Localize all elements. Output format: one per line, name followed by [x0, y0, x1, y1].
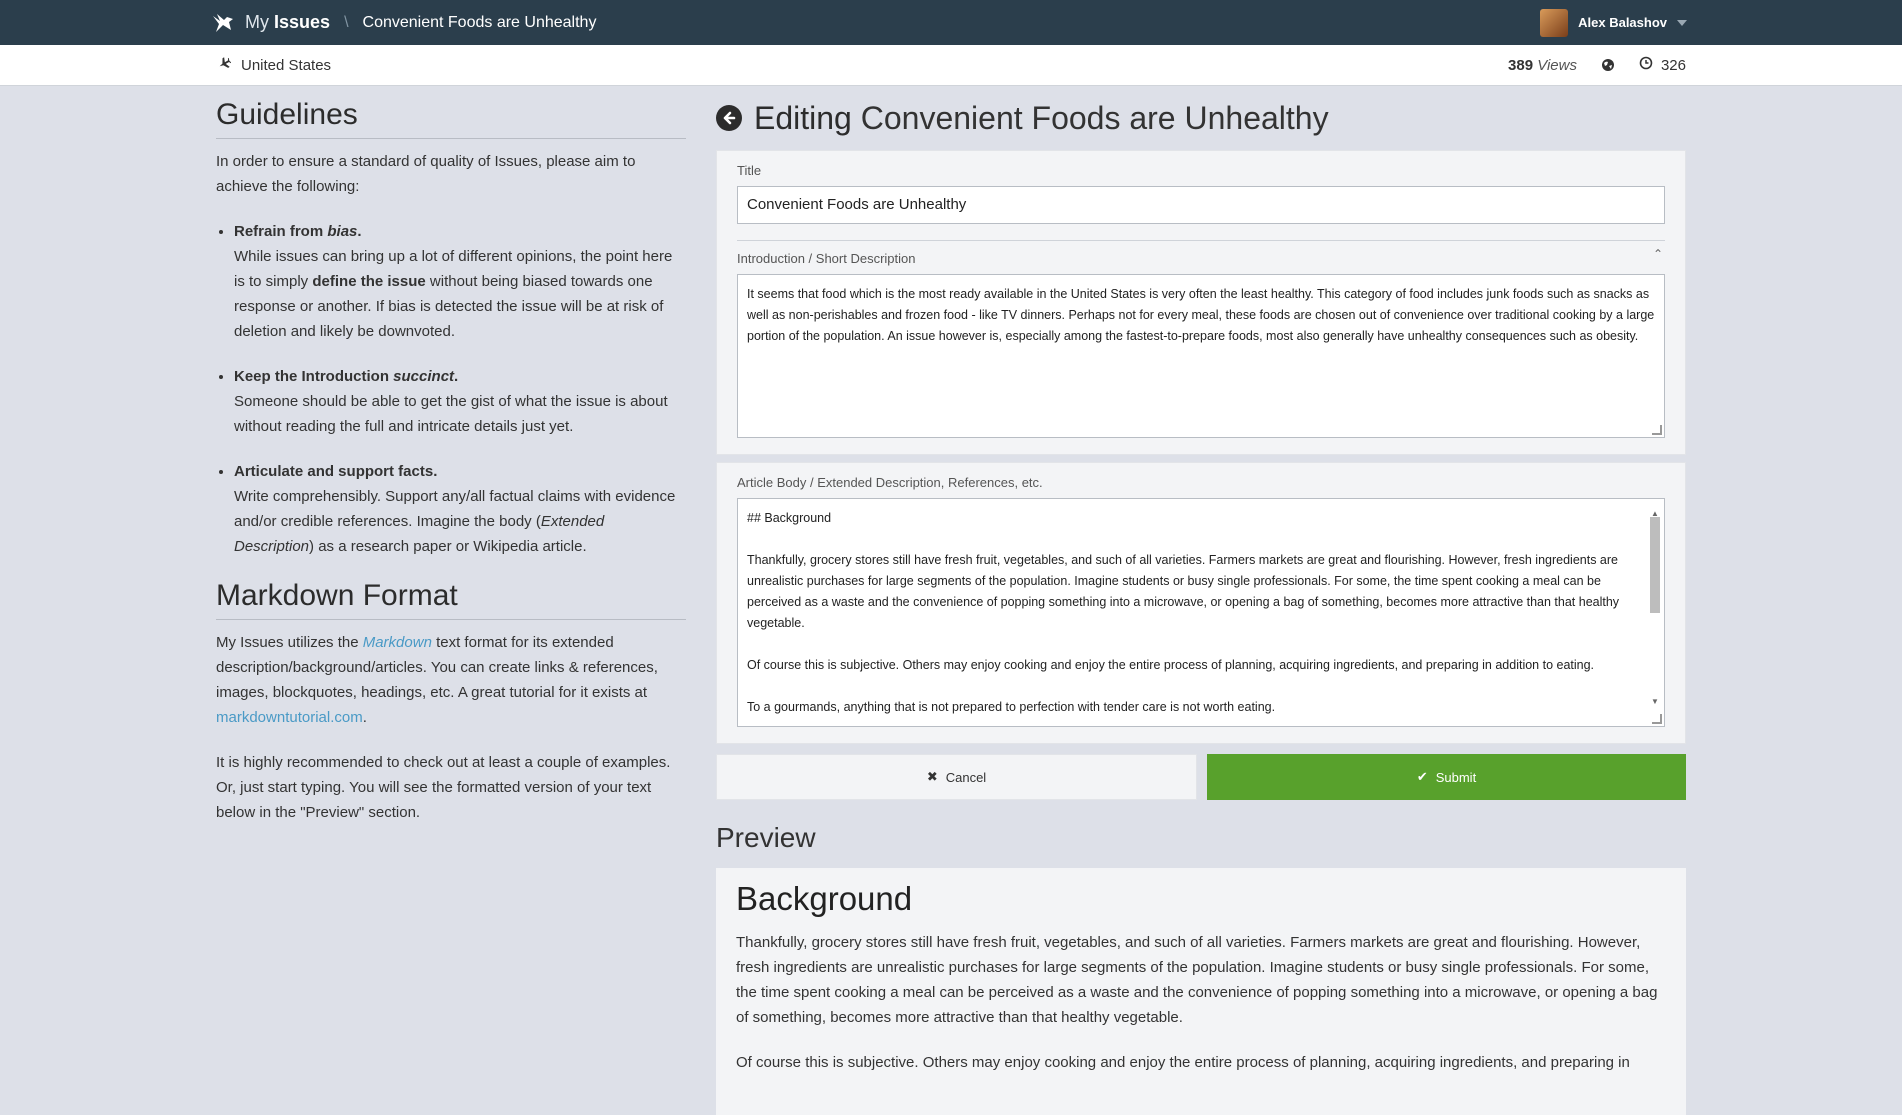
- resize-handle[interactable]: [1652, 425, 1662, 435]
- location-label[interactable]: United States: [241, 57, 331, 74]
- intro-label: Introduction / Short Description: [737, 251, 916, 266]
- markdown-intro: My Issues utilizes the Markdown text for…: [216, 634, 658, 726]
- score: 326: [1639, 56, 1686, 74]
- user-name[interactable]: Alex Balashov: [1578, 15, 1667, 30]
- check-icon: ✔: [1416, 769, 1428, 784]
- body-line: To a gourmands, anything that is not pre…: [747, 700, 1276, 714]
- preview-paragraph: Of course this is subjective. Others may…: [736, 1054, 1630, 1071]
- markdown-tip: It is highly recommended to check out at…: [216, 754, 671, 821]
- body-panel: Article Body / Extended Description, Ref…: [716, 462, 1686, 744]
- preview-title: Preview: [716, 822, 816, 853]
- avatar[interactable]: [1540, 8, 1569, 37]
- preview-paragraph: Thankfully, grocery stores still have fr…: [736, 934, 1658, 1026]
- guidelines-title: Guidelines: [216, 98, 686, 139]
- guidelines-intro: In order to ensure a standard of quality…: [216, 153, 636, 195]
- list-item: Keep the Introduction succinct. Someone …: [234, 364, 686, 439]
- preview-heading: Background: [736, 880, 913, 917]
- sub-bar: United States 389 Views 326: [0, 45, 1902, 86]
- markdown-link[interactable]: Markdown: [363, 634, 432, 651]
- markdowntutorial-link[interactable]: markdowntutorial.com: [216, 709, 363, 726]
- submit-label: Submit: [1435, 769, 1477, 785]
- body-line: Thankfully, grocery stores still have fr…: [747, 553, 1620, 630]
- page-title: Editing Convenient Foods are Unhealthy: [716, 93, 1686, 143]
- title-intro-panel: Title Convenient Foods are Unhealthy ⌃ I…: [716, 150, 1686, 455]
- list-item: Articulate and support facts. Write comp…: [234, 459, 686, 559]
- body-line: Of course this is subjective. Others may…: [747, 658, 1595, 672]
- score-value: 326: [1660, 56, 1686, 74]
- title-label: Title: [737, 163, 762, 178]
- divider: ⌃: [737, 240, 1665, 261]
- chevron-down-icon[interactable]: [1677, 19, 1687, 26]
- clock-icon: [1639, 56, 1653, 74]
- breadcrumb-current: Convenient Foods are Unhealthy: [362, 13, 597, 31]
- guideline-body: Write comprehensibly. Support any/all fa…: [234, 488, 676, 555]
- scroll-down-icon[interactable]: ▼: [1651, 691, 1659, 712]
- issue-stats: 389 Views 326: [1508, 45, 1686, 85]
- markdown-title: Markdown Format: [216, 579, 686, 620]
- close-icon: ✖: [926, 769, 938, 784]
- title-input[interactable]: Convenient Foods are Unhealthy: [737, 186, 1665, 224]
- globe-icon[interactable]: [1601, 58, 1615, 72]
- chevron-up-icon[interactable]: ⌃: [1653, 247, 1663, 261]
- guidelines-column: Guidelines In order to ensure a standard…: [216, 88, 686, 845]
- scrollbar[interactable]: ▲ ▼: [1648, 503, 1662, 706]
- location[interactable]: United States: [218, 45, 331, 85]
- editing-heading: Editing Convenient Foods are Unhealthy: [754, 99, 1329, 136]
- submit-button[interactable]: ✔ Submit: [1207, 754, 1686, 800]
- guideline-heading: Keep the Introduction succinct.: [234, 368, 459, 385]
- top-navbar: My Issues \ Convenient Foods are Unhealt…: [0, 0, 1902, 45]
- body-label: Article Body / Extended Description, Ref…: [737, 475, 1043, 490]
- brand[interactable]: My Issues \ Convenient Foods are Unhealt…: [211, 0, 596, 45]
- editor-column: Editing Convenient Foods are Unhealthy T…: [716, 88, 1686, 1115]
- form-actions: ✖ Cancel ✔ Submit: [716, 754, 1686, 800]
- intro-textarea[interactable]: It seems that food which is the most rea…: [737, 274, 1665, 438]
- preview-panel: Background Thankfully, grocery stores st…: [716, 868, 1686, 1115]
- bird-logo-icon: [211, 11, 235, 35]
- guideline-heading: Articulate and support facts.: [234, 463, 438, 480]
- app-name[interactable]: My Issues: [245, 12, 330, 33]
- intro-text: It seems that food which is the most rea…: [747, 287, 1655, 343]
- plane-icon: [218, 56, 232, 74]
- cancel-button[interactable]: ✖ Cancel: [716, 754, 1197, 800]
- scrollbar-thumb[interactable]: [1650, 517, 1660, 613]
- back-arrow-icon[interactable]: [716, 105, 742, 131]
- list-item: Refrain from bias. While issues can brin…: [234, 219, 686, 344]
- body-line: ## Background: [747, 511, 832, 525]
- guideline-body: While issues can bring up a lot of diffe…: [234, 248, 673, 340]
- guidelines-list: Refrain from bias. While issues can brin…: [216, 219, 686, 559]
- views-count: 389 Views: [1508, 56, 1577, 74]
- body-textarea[interactable]: ## Background Thankfully, grocery stores…: [737, 498, 1665, 727]
- user-menu[interactable]: Alex Balashov: [1540, 0, 1687, 45]
- resize-handle[interactable]: [1652, 714, 1662, 724]
- guideline-heading: Refrain from bias.: [234, 223, 362, 240]
- breadcrumb-separator: \: [344, 13, 349, 31]
- cancel-label: Cancel: [945, 769, 987, 785]
- guideline-body: Someone should be able to get the gist o…: [234, 393, 668, 435]
